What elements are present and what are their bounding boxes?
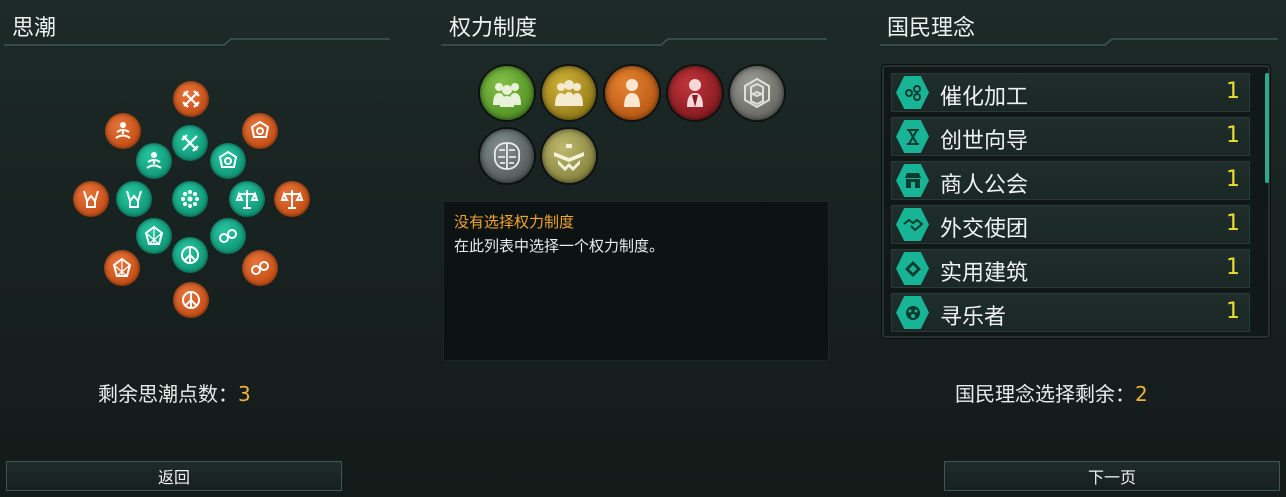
militarist-fanatic-ethic-icon[interactable] [173,81,209,117]
xenophobe-ethic-icon[interactable] [136,218,172,254]
civics-choices-remaining: 国民理念选择剩余：2 [955,378,1148,407]
functional-architecture-icon [896,252,929,285]
pacifist-ethic-icon[interactable] [172,237,208,273]
civic-label: 创世向导 [940,129,1029,154]
authoritarian-ethic-icon[interactable] [116,181,152,217]
egalitarian-ethic-icon[interactable] [229,181,265,217]
spiritualist-ethic-icon[interactable] [136,143,172,179]
genesis-guides-icon [896,120,929,153]
corporate-hexagon-icon[interactable] [730,66,784,120]
ethics-points-label: 剩余思潮点数： [98,382,238,406]
merchant-guilds-icon [896,164,929,197]
civics-title-divider [880,38,1280,46]
civic-cost: 1 [1226,299,1240,324]
civic-item-merchant-guilds[interactable]: 商人公会 1 [891,161,1250,200]
civic-label: 外交使团 [940,217,1029,242]
pleasure-seekers-icon [896,296,929,329]
civic-item-catalytic-processing[interactable]: 催化加工 1 [891,73,1250,112]
civic-item-diplomatic-corps[interactable]: 外交使团 1 [891,205,1250,244]
authority-description-title: 没有选择权力制度 [454,213,575,231]
catalytic-processing-icon [896,76,929,109]
imperial-person-icon[interactable] [668,66,722,120]
civic-item-functional-architecture[interactable]: 实用建筑 1 [891,249,1250,288]
civic-cost: 1 [1226,167,1240,192]
authority-title-divider [441,38,829,46]
democratic-people-icon[interactable] [480,66,534,120]
xenophobe-fanatic-ethic-icon[interactable] [104,250,140,286]
xenophile-fanatic-ethic-icon[interactable] [242,250,278,286]
hive-mind-brain-icon[interactable] [480,129,534,183]
authority-description-text: 在此列表中选择一个权力制度。 [454,237,665,255]
next-page-button[interactable]: 下一页 [944,461,1280,491]
gestalt-consciousness-ethic-icon[interactable] [172,181,208,217]
xenophile-ethic-icon[interactable] [210,218,246,254]
pacifist-fanatic-ethic-icon[interactable] [173,282,209,318]
egalitarian-fanatic-ethic-icon[interactable] [274,181,310,217]
materialist-fanatic-ethic-icon[interactable] [242,113,278,149]
civic-label: 商人公会 [940,173,1029,198]
authoritarian-fanatic-ethic-icon[interactable] [73,181,109,217]
civic-label: 催化加工 [940,85,1029,110]
civic-label: 寻乐者 [940,305,1007,330]
civic-cost: 1 [1226,255,1240,280]
civic-item-pleasure-seekers[interactable]: 寻乐者 1 [891,293,1250,332]
diplomatic-corps-icon [896,208,929,241]
civic-cost: 1 [1226,211,1240,236]
civics-remaining-value: 2 [1135,382,1148,406]
authority-description-box: 没有选择权力制度 在此列表中选择一个权力制度。 [443,201,829,361]
back-button[interactable]: 返回 [6,461,342,491]
civic-label: 实用建筑 [940,261,1029,286]
civics-scrollbar[interactable] [1265,73,1269,183]
spiritualist-fanatic-ethic-icon[interactable] [105,113,141,149]
dictatorial-person-icon[interactable] [605,66,659,120]
ethics-points-remaining: 剩余思潮点数：3 [98,378,251,407]
oligarchic-people-icon[interactable] [542,66,596,120]
ethics-title-divider [4,38,392,46]
militarist-ethic-icon[interactable] [172,125,208,161]
ethics-points-value: 3 [238,382,251,406]
civic-cost: 1 [1226,123,1240,148]
civics-remaining-label: 国民理念选择剩余： [955,382,1135,406]
materialist-ethic-icon[interactable] [210,143,246,179]
machine-intelligence-icon[interactable] [542,129,596,183]
civic-cost: 1 [1226,79,1240,104]
civic-item-genesis-guides[interactable]: 创世向导 1 [891,117,1250,156]
civics-list: 催化加工 1 创世向导 1 商人公会 1 外交使团 1 实用建筑 1 寻乐者 1 [882,65,1270,338]
